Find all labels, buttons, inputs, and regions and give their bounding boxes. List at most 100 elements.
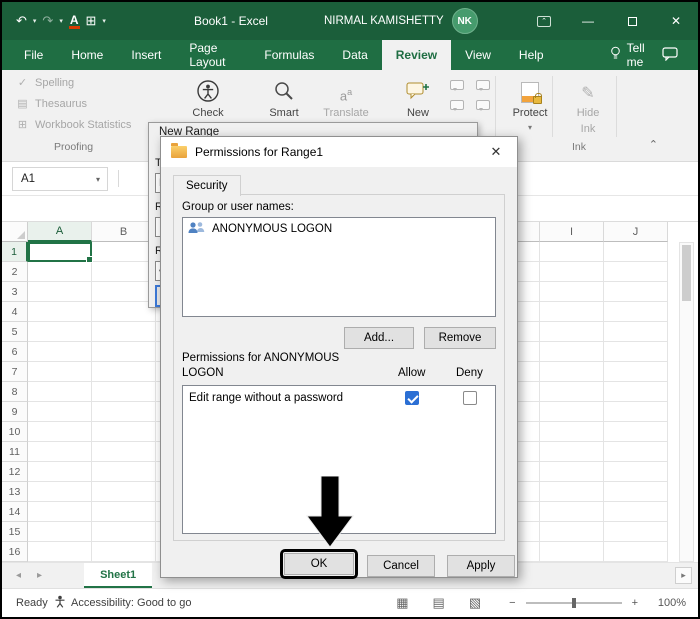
close-button[interactable]: ✕ xyxy=(654,2,698,40)
deny-checkbox[interactable] xyxy=(463,391,477,405)
cell-B7[interactable] xyxy=(92,362,156,382)
group-user-names-list[interactable]: ANONYMOUS LOGON xyxy=(182,217,496,317)
cell-B4[interactable] xyxy=(92,302,156,322)
cell-B12[interactable] xyxy=(92,462,156,482)
maximize-button[interactable] xyxy=(610,2,654,40)
row-header-13[interactable]: 13 xyxy=(2,482,28,502)
font-color-icon[interactable]: A xyxy=(69,14,80,29)
cell-I14[interactable] xyxy=(540,502,604,522)
cell-A8[interactable] xyxy=(28,382,92,402)
tab-data[interactable]: Data xyxy=(328,40,381,70)
borders-icon[interactable]: ⊞ xyxy=(86,13,97,29)
cell-I3[interactable] xyxy=(540,282,604,302)
cell-A13[interactable] xyxy=(28,482,92,502)
cell-A7[interactable] xyxy=(28,362,92,382)
cell-J6[interactable] xyxy=(604,342,668,362)
cell-J3[interactable] xyxy=(604,282,668,302)
cancel-button[interactable]: Cancel xyxy=(367,555,435,577)
security-tab[interactable]: Security xyxy=(173,175,241,196)
undo-icon[interactable]: ↶ xyxy=(16,13,27,29)
cell-I2[interactable] xyxy=(540,262,604,282)
cell-J8[interactable] xyxy=(604,382,668,402)
cell-J11[interactable] xyxy=(604,442,668,462)
cell-J4[interactable] xyxy=(604,302,668,322)
cell-I12[interactable] xyxy=(540,462,604,482)
translate-button[interactable]: aa Translate xyxy=(316,75,376,119)
check-accessibility-button[interactable]: Check xyxy=(178,75,238,119)
cell-I8[interactable] xyxy=(540,382,604,402)
tab-insert[interactable]: Insert xyxy=(117,40,175,70)
row-header-5[interactable]: 5 xyxy=(2,322,28,342)
cell-I11[interactable] xyxy=(540,442,604,462)
apply-button[interactable]: Apply xyxy=(447,555,515,577)
cell-J12[interactable] xyxy=(604,462,668,482)
cell-I9[interactable] xyxy=(540,402,604,422)
page-break-view-icon[interactable]: ▧ xyxy=(469,595,481,611)
row-header-7[interactable]: 7 xyxy=(2,362,28,382)
column-header-I[interactable]: I xyxy=(540,222,604,242)
cell-J16[interactable] xyxy=(604,542,668,562)
protect-button[interactable]: Protect ▾ xyxy=(500,75,560,132)
row-header-1[interactable]: 1 xyxy=(2,242,28,262)
zoom-in-icon[interactable]: + xyxy=(632,597,638,609)
row-header-10[interactable]: 10 xyxy=(2,422,28,442)
row-header-16[interactable]: 16 xyxy=(2,542,28,562)
row-header-11[interactable]: 11 xyxy=(2,442,28,462)
row-header-6[interactable]: 6 xyxy=(2,342,28,362)
cell-I5[interactable] xyxy=(540,322,604,342)
tab-help[interactable]: Help xyxy=(505,40,558,70)
list-item-anonymous-logon[interactable]: ANONYMOUS LOGON xyxy=(183,218,495,240)
name-box[interactable]: A1 ▾ xyxy=(12,167,108,191)
sheet-prev-icon[interactable]: ◂ xyxy=(16,570,21,581)
row-header-3[interactable]: 3 xyxy=(2,282,28,302)
cell-A3[interactable] xyxy=(28,282,92,302)
workbook-statistics-button[interactable]: ⊞ Workbook Statistics xyxy=(16,118,131,131)
cell-J2[interactable] xyxy=(604,262,668,282)
tab-home[interactable]: Home xyxy=(57,40,117,70)
dialog-close-button[interactable]: ✕ xyxy=(475,137,517,167)
cell-A5[interactable] xyxy=(28,322,92,342)
cell-J15[interactable] xyxy=(604,522,668,542)
comments-button[interactable] xyxy=(662,40,698,70)
tab-view[interactable]: View xyxy=(451,40,505,70)
cell-J13[interactable] xyxy=(604,482,668,502)
cell-A9[interactable] xyxy=(28,402,92,422)
cell-B6[interactable] xyxy=(92,342,156,362)
row-header-15[interactable]: 15 xyxy=(2,522,28,542)
show-comments-icon[interactable] xyxy=(450,100,464,110)
cell-A12[interactable] xyxy=(28,462,92,482)
row-header-8[interactable]: 8 xyxy=(2,382,28,402)
avatar[interactable]: NK xyxy=(452,8,478,34)
cell-I16[interactable] xyxy=(540,542,604,562)
tab-page-layout[interactable]: Page Layout xyxy=(175,40,250,70)
remove-button[interactable]: Remove xyxy=(424,327,496,349)
tab-review[interactable]: Review xyxy=(382,40,451,70)
cell-B15[interactable] xyxy=(92,522,156,542)
redo-icon[interactable]: ↷ xyxy=(42,13,53,29)
collapse-ribbon-icon[interactable]: ⌃ xyxy=(649,138,658,151)
tell-me-button[interactable]: Tell me xyxy=(596,40,662,70)
cell-B1[interactable] xyxy=(92,242,156,262)
cell-A14[interactable] xyxy=(28,502,92,522)
tab-file[interactable]: File xyxy=(10,40,57,70)
add-button[interactable]: Add... xyxy=(344,327,414,349)
hide-ink-button[interactable]: ✎ Hide Ink xyxy=(558,75,618,135)
cell-A15[interactable] xyxy=(28,522,92,542)
row-header-4[interactable]: 4 xyxy=(2,302,28,322)
cell-B11[interactable] xyxy=(92,442,156,462)
accessibility-status[interactable]: Accessibility: Good to go xyxy=(54,595,191,611)
new-comment-button[interactable]: New xyxy=(388,75,448,119)
column-header-J[interactable]: J xyxy=(604,222,668,242)
cell-J14[interactable] xyxy=(604,502,668,522)
cell-A16[interactable] xyxy=(28,542,92,562)
ribbon-display-options-icon[interactable]: ⌃ xyxy=(522,2,566,40)
zoom-percentage[interactable]: 100% xyxy=(650,597,686,609)
row-header-9[interactable]: 9 xyxy=(2,402,28,422)
cell-I13[interactable] xyxy=(540,482,604,502)
row-header-14[interactable]: 14 xyxy=(2,502,28,522)
redo-dropdown-icon[interactable]: ▾ xyxy=(59,17,63,25)
cell-B14[interactable] xyxy=(92,502,156,522)
column-header-B[interactable]: B xyxy=(92,222,156,242)
undo-dropdown-icon[interactable]: ▾ xyxy=(33,17,37,25)
cell-B2[interactable] xyxy=(92,262,156,282)
